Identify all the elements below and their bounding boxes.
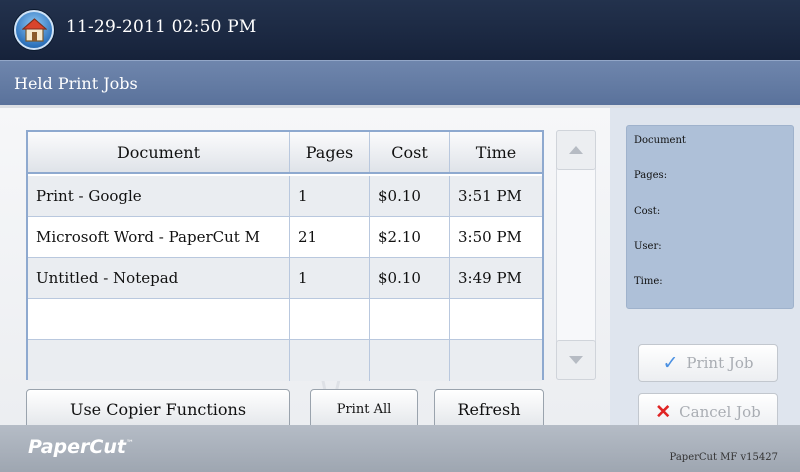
cell-document: Microsoft Word - PaperCut M	[28, 217, 290, 257]
column-header-pages[interactable]: Pages	[290, 132, 370, 172]
cell-cost	[370, 340, 450, 381]
detail-document-label: Document	[634, 135, 686, 146]
version-label: PaperCut MF v15427	[669, 452, 778, 463]
detail-time-label: Time:	[634, 276, 663, 287]
logo-text: PaperCut	[28, 436, 126, 458]
cell-pages	[290, 340, 370, 381]
column-header-cost[interactable]: Cost	[370, 132, 450, 172]
title-bar: Held Print Jobs	[0, 60, 800, 105]
page-title: Held Print Jobs	[14, 74, 138, 93]
home-button[interactable]	[14, 10, 54, 50]
cell-pages: 21	[290, 217, 370, 257]
print-all-button[interactable]: Print All	[310, 389, 418, 429]
scroll-up-button[interactable]	[556, 130, 596, 170]
refresh-button[interactable]: Refresh	[434, 389, 544, 429]
datetime: 11-29-2011 02:50 PM	[66, 17, 257, 37]
detail-cost-label: Cost:	[634, 206, 661, 217]
checkmark-icon: ✓	[662, 351, 679, 374]
cell-time: 3:50 PM	[458, 228, 522, 246]
job-details-panel: Document Pages: Cost: User: Time: ✓ Prin…	[610, 108, 800, 431]
held-jobs-table: Document Pages Cost Time Print - Google …	[26, 130, 544, 381]
arrow-up-icon	[569, 146, 583, 154]
job-details-box: Document Pages: Cost: User: Time:	[626, 125, 794, 309]
cell-time	[450, 299, 542, 339]
cell-time: 3:49 PM	[458, 269, 522, 287]
trademark-mark: ™	[125, 438, 134, 448]
cell-document: Untitled - Notepad	[28, 258, 290, 298]
cell-cost: $0.10	[370, 176, 450, 216]
cancel-job-label: Cancel Job	[679, 403, 761, 421]
cell-pages: 1	[290, 258, 370, 298]
column-header-document[interactable]: Document	[28, 132, 290, 172]
table-row[interactable]: Print - Google 1 $0.10 3:51 PM	[28, 176, 542, 217]
scroll-down-button[interactable]	[556, 340, 596, 380]
cell-pages	[290, 299, 370, 339]
cell-document: Print - Google	[28, 176, 290, 216]
footer: PaperCut™ PaperCut MF v15427	[0, 425, 800, 472]
cell-document	[28, 340, 290, 381]
use-copier-functions-button[interactable]: Use Copier Functions	[26, 389, 290, 429]
top-bar: 11-29-2011 02:50 PM	[0, 0, 800, 60]
arrow-down-icon	[569, 356, 583, 364]
main-area: Document Pages Cost Time Print - Google …	[0, 105, 800, 431]
print-job-label: Print Job	[686, 354, 754, 372]
table-row[interactable]: Microsoft Word - PaperCut M 21 $2.10 3:5…	[28, 217, 542, 258]
cell-document	[28, 299, 290, 339]
cell-pages: 1	[290, 176, 370, 216]
close-icon: ✕	[655, 400, 672, 423]
column-header-time[interactable]: Time	[450, 132, 542, 172]
table-row[interactable]: Untitled - Notepad 1 $0.10 3:49 PM	[28, 258, 542, 299]
cell-time: 3:51 PM	[458, 187, 522, 205]
cell-time	[450, 340, 542, 381]
print-job-button[interactable]: ✓ Print Job	[638, 344, 778, 382]
table-row[interactable]	[28, 299, 542, 340]
cell-cost	[370, 299, 450, 339]
table-row[interactable]	[28, 340, 542, 381]
home-icon	[22, 18, 47, 42]
detail-user-label: User:	[634, 241, 662, 252]
papercut-logo: PaperCut™	[28, 436, 134, 458]
cell-cost: $2.10	[370, 217, 450, 257]
cell-cost: $0.10	[370, 258, 450, 298]
detail-pages-label: Pages:	[634, 170, 668, 181]
table-header-row: Document Pages Cost Time	[28, 132, 542, 174]
